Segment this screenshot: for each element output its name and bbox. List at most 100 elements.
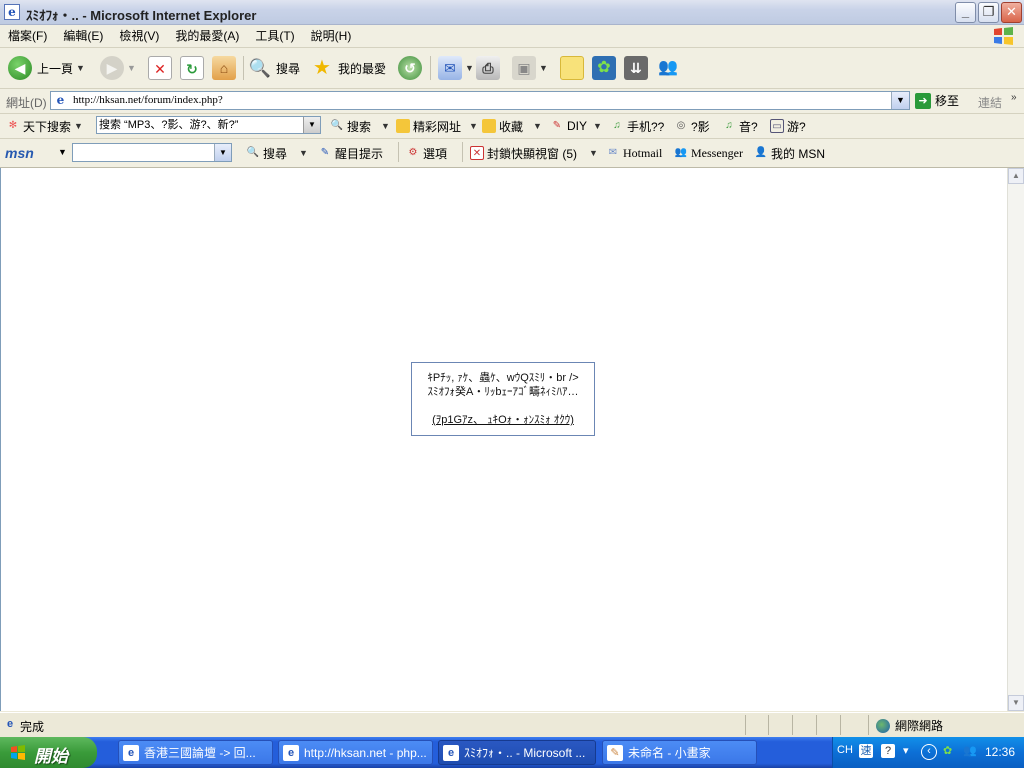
history-button[interactable]: ↺: [398, 54, 422, 82]
vertical-scrollbar[interactable]: ▲ ▼: [1007, 168, 1024, 711]
home-button[interactable]: ⌂: [212, 54, 236, 82]
task-label: http://hksan.net - php...: [304, 745, 427, 760]
start-button[interactable]: 開始: [0, 737, 97, 768]
security-zone: 網際網路: [876, 717, 943, 734]
menu-view[interactable]: 檢視(V): [111, 25, 167, 47]
icq-button[interactable]: ✿: [592, 54, 616, 82]
pencil-icon: ✎: [552, 120, 562, 131]
popup-dropdown-icon[interactable]: ▼: [589, 148, 598, 158]
menu-favorites[interactable]: 我的最愛(A): [167, 25, 247, 47]
messenger-button[interactable]: 👥: [656, 54, 680, 82]
ie-icon: e: [443, 744, 459, 761]
stop-button[interactable]: ✕: [148, 54, 172, 82]
msn-search-label: 搜尋: [263, 146, 288, 161]
my-msn-button[interactable]: 👤 我的 MSN: [754, 144, 825, 162]
query-dropdown-icon[interactable]: ▼: [303, 117, 320, 133]
task-label: 未命名 - 小畫家: [628, 746, 711, 760]
history-icon: ↺: [398, 56, 422, 80]
toolbar-item-games[interactable]: ▭ 游?: [770, 117, 806, 135]
paint-icon: ✎: [607, 744, 623, 761]
msn-search-input[interactable]: ▼: [72, 143, 232, 162]
collection-dropdown-icon[interactable]: ▼: [533, 121, 542, 131]
scroll-up-icon[interactable]: ▲: [1008, 168, 1024, 184]
ime-menu-icon[interactable]: ▾: [903, 744, 909, 757]
toolbar-item-mobile[interactable]: ♫ 手机??: [610, 117, 664, 135]
windows-flag-icon: [994, 27, 1013, 45]
download-icon: ⇊: [624, 56, 648, 80]
people-icon: 👥: [658, 59, 678, 76]
msn-dropdown-icon[interactable]: ▼: [58, 147, 67, 157]
windows-flag-icon: [11, 745, 25, 760]
menu-tools[interactable]: 工具(T): [247, 25, 302, 47]
go-button[interactable]: ➜ 移至: [915, 92, 959, 109]
search-submit-button[interactable]: 🔍 搜索 ▼: [330, 117, 390, 135]
help-icon[interactable]: ?: [881, 744, 895, 758]
toolbar-item-websites[interactable]: 精彩网址 ▼: [396, 117, 478, 135]
search-button[interactable]: 🔍 搜尋: [248, 54, 300, 82]
back-dropdown-icon[interactable]: ▼: [76, 63, 85, 73]
address-dropdown-icon[interactable]: ▼: [891, 92, 909, 109]
messenger-tray-icon[interactable]: 👥: [963, 744, 977, 757]
monitor-icon: ▭: [770, 119, 784, 133]
edit-button[interactable]: ▣ ▼: [512, 54, 548, 82]
menu-file[interactable]: 檔案(F): [0, 25, 55, 47]
msn-input-dropdown-icon[interactable]: ▼: [214, 144, 231, 161]
tray-expand-icon[interactable]: ‹: [921, 744, 937, 760]
highlight-label: 醒目提示: [335, 146, 384, 161]
close-button[interactable]: ✕: [1001, 2, 1022, 23]
toolbar-item-movies[interactable]: ◎ ?影: [674, 117, 710, 135]
mail-button[interactable]: ✉ ▼: [438, 54, 474, 82]
highlight-button[interactable]: ✎ 醒目提示: [318, 144, 383, 162]
toolbar-item-music[interactable]: ♫ 音?: [722, 117, 757, 135]
websites-dropdown-icon[interactable]: ▼: [469, 121, 478, 131]
refresh-button[interactable]: ↻: [180, 54, 204, 82]
download-button[interactable]: ⇊: [624, 54, 648, 82]
forward-arrow-icon: ▶: [100, 56, 124, 80]
chevron-right-icon[interactable]: »: [1011, 92, 1017, 103]
address-input[interactable]: e http://hksan.net/forum/index.php? ▼: [50, 91, 910, 110]
games-label: 游?: [787, 119, 806, 134]
diy-dropdown-icon[interactable]: ▼: [593, 121, 602, 131]
edit-dropdown-icon[interactable]: ▼: [539, 63, 548, 73]
msn-toolbar: msn ▼ ▼ 🔍 搜尋 ▼ ✎ 醒目提示 ⚙ 選項 ✕ 封鎖快顯視窗 (5) …: [0, 139, 1024, 168]
msn-logo[interactable]: msn: [5, 145, 34, 161]
search-brand[interactable]: ✻ 天下搜索 ▼: [6, 117, 83, 135]
toolbar-item-collection[interactable]: 收藏 ▼: [482, 117, 542, 135]
forward-button[interactable]: ▶ ▼: [100, 54, 136, 82]
folder-icon: [482, 119, 496, 133]
brand-dropdown-icon[interactable]: ▼: [74, 121, 83, 131]
go-arrow-icon: ➜: [915, 92, 931, 109]
menu-edit[interactable]: 編輯(E): [55, 25, 111, 47]
icq-tray-icon[interactable]: ✿: [943, 744, 952, 757]
popup-blocker-button[interactable]: ✕ 封鎖快顯視窗 (5) ▼: [470, 144, 598, 162]
print-button[interactable]: ⎙: [476, 54, 500, 82]
window-title: ｽﾐｵﾌｫ・.. - Microsoft Internet Explorer: [26, 8, 257, 23]
task-button-current[interactable]: e ｽﾐｵﾌｫ・.. - Microsoft ...: [438, 740, 596, 765]
links-label[interactable]: 連結: [978, 94, 1002, 111]
collection-label: 收藏: [499, 119, 524, 134]
toolbar-item-diy[interactable]: ✎ DIY ▼: [550, 117, 602, 135]
maximize-button[interactable]: ❐: [978, 2, 999, 23]
notes-button[interactable]: [560, 54, 584, 82]
favorites-button[interactable]: ★ 我的最愛: [310, 54, 386, 82]
task-button-forum[interactable]: e 香港三國論壇 -> 回...: [118, 740, 273, 765]
task-button-hksan[interactable]: e http://hksan.net - php...: [278, 740, 433, 765]
menu-help[interactable]: 說明(H): [303, 25, 360, 47]
options-button[interactable]: ⚙ 選項: [406, 144, 448, 162]
notice-redirect-link[interactable]: (ｦp1Gｱz、 ｭｷOｫ・ｫﾝｽﾐｫ ｵｸｳ): [412, 413, 594, 427]
mail-dropdown-icon[interactable]: ▼: [465, 63, 474, 73]
options-label: 選項: [423, 146, 448, 161]
search-dropdown-icon[interactable]: ▼: [381, 121, 390, 131]
ime-icon[interactable]: 速: [859, 744, 873, 758]
back-button[interactable]: ◀ 上一頁 ▼: [8, 54, 85, 82]
scroll-down-icon[interactable]: ▼: [1008, 695, 1024, 711]
language-indicator[interactable]: CH: [837, 744, 853, 756]
minimize-button[interactable]: _: [955, 2, 976, 23]
search-query-input[interactable]: 搜索 “MP3、?影、游?、新?” ▼: [96, 116, 321, 134]
task-button-paint[interactable]: ✎ 未命名 - 小畫家: [602, 740, 757, 765]
hotmail-button[interactable]: ✉ Hotmail: [606, 144, 663, 162]
messenger-button[interactable]: 👥 Messenger: [674, 144, 743, 162]
msn-search-dropdown-icon[interactable]: ▼: [299, 148, 308, 158]
msn-search-button[interactable]: 🔍 搜尋 ▼: [246, 144, 308, 162]
address-url[interactable]: http://hksan.net/forum/index.php?: [73, 94, 223, 106]
